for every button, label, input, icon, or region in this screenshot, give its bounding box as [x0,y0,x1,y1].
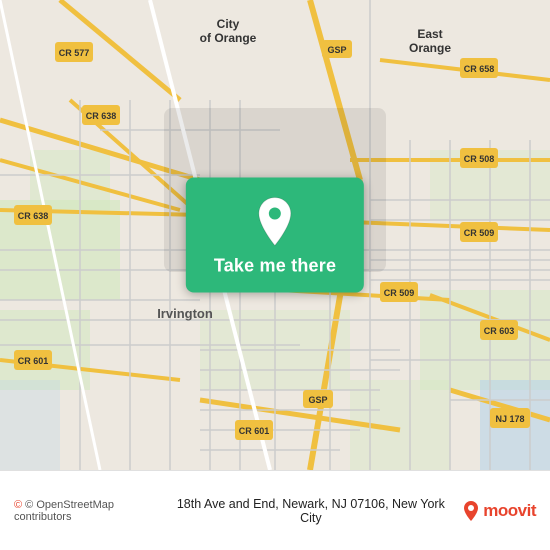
svg-text:of Orange: of Orange [200,31,257,45]
svg-text:CR 577: CR 577 [59,48,90,58]
moovit-text: moovit [483,501,536,521]
moovit-logo: moovit [462,500,536,522]
svg-text:GSP: GSP [327,45,346,55]
svg-text:GSP: GSP [308,395,327,405]
take-me-there-label: Take me there [214,256,336,277]
svg-text:East: East [417,27,442,41]
svg-text:CR 509: CR 509 [464,228,495,238]
svg-text:CR 601: CR 601 [18,356,49,366]
svg-text:NJ 178: NJ 178 [495,414,524,424]
svg-text:City: City [217,17,240,31]
moovit-pin-icon [462,500,480,522]
svg-text:CR 638: CR 638 [86,111,117,121]
svg-text:Orange: Orange [409,41,451,55]
address-label: 18th Ave and End, Newark, NJ 07106, New … [165,497,456,525]
map-container: CR 577 CR 638 CR 638 CR 658 CR 508 CR 50… [0,0,550,470]
take-me-there-button[interactable]: Take me there [186,178,364,293]
svg-text:Irvington: Irvington [157,306,213,321]
svg-text:CR 601: CR 601 [239,426,270,436]
map-credit: © © OpenStreetMap contributors [14,499,159,523]
svg-text:CR 603: CR 603 [484,326,515,336]
footer-bar: © © OpenStreetMap contributors 18th Ave … [0,470,550,550]
location-pin-icon [253,196,297,248]
svg-text:CR 508: CR 508 [464,154,495,164]
svg-text:CR 509: CR 509 [384,288,415,298]
svg-text:CR 658: CR 658 [464,64,495,74]
svg-text:CR 638: CR 638 [18,211,49,221]
